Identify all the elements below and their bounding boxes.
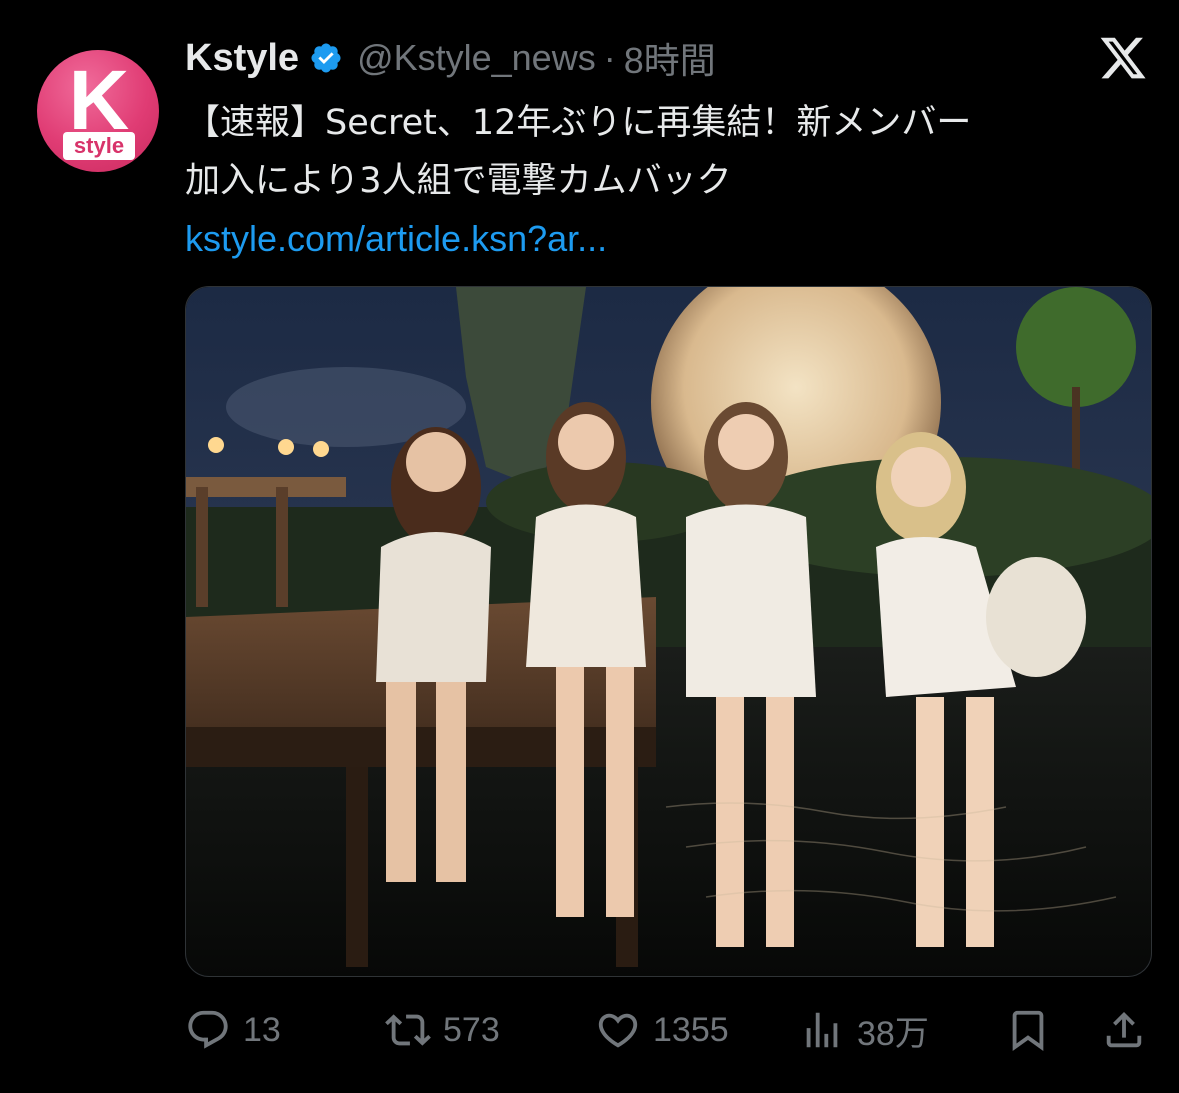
retweet-icon	[385, 1014, 431, 1046]
retweet-count: 573	[443, 1010, 500, 1049]
separator-dot: ·	[603, 37, 616, 78]
avatar-logo-badge: style	[63, 132, 135, 160]
tweet-photo[interactable]	[185, 286, 1152, 977]
action-bar: 13 573 1355 38万	[185, 1002, 1145, 1058]
timestamp[interactable]: 8時間	[624, 32, 716, 84]
avatar[interactable]: K style	[37, 50, 159, 172]
tweet[interactable]: K style Kstyle @Kstyle_news · 8時間 【速報】Se…	[0, 0, 1179, 1093]
bookmark-button[interactable]	[1005, 1002, 1051, 1058]
tweet-text-line-1: 【速報】Secret、12年ぶりに再集結！新メンバー	[185, 103, 972, 143]
tweet-text: 【速報】Secret、12年ぶりに再集結！新メンバー 加入により3人組で電撃カム…	[185, 94, 1145, 210]
share-icon	[1106, 1011, 1142, 1048]
like-count: 1355	[653, 1010, 729, 1049]
reply-button[interactable]: 13	[185, 1002, 281, 1058]
tweet-header: Kstyle @Kstyle_news · 8時間	[185, 32, 716, 84]
bookmark-icon	[1012, 1010, 1044, 1051]
reply-icon	[188, 1010, 228, 1049]
tweet-text-line-2: 加入により3人組で電撃カムバック	[185, 161, 732, 201]
views-icon	[806, 1012, 838, 1048]
retweet-button[interactable]: 573	[385, 1002, 500, 1058]
article-link[interactable]: kstyle.com/article.ksn?ar...	[185, 210, 607, 268]
avatar-logo-letter: K	[68, 53, 130, 147]
share-button[interactable]	[1101, 1002, 1147, 1058]
x-logo-icon[interactable]	[1098, 33, 1148, 83]
handle[interactable]: @Kstyle_news	[357, 37, 596, 79]
photo-illustration	[186, 287, 1151, 976]
reply-count: 13	[243, 1010, 281, 1049]
views-count: 38万	[857, 1014, 929, 1053]
views-button[interactable]: 38万	[799, 1002, 929, 1058]
like-button[interactable]: 1355	[595, 1002, 729, 1058]
heart-icon	[598, 1013, 638, 1048]
display-name[interactable]: Kstyle	[185, 37, 299, 80]
verified-badge-icon	[311, 43, 341, 73]
